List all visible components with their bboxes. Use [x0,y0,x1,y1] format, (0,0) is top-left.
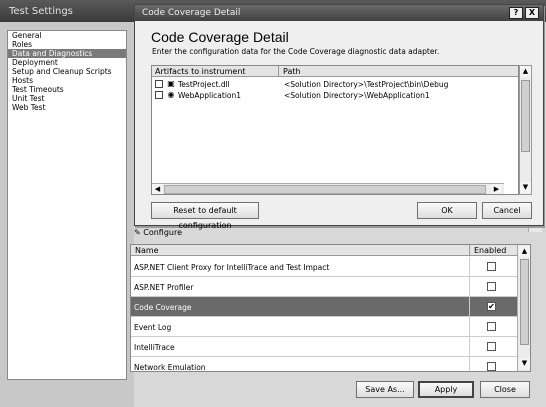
scroll-left-icon[interactable]: ◀ [152,184,163,194]
scroll-down-icon[interactable]: ▼ [519,358,530,369]
enabled-checkbox[interactable] [487,342,496,351]
grid-scrollbar[interactable]: ▲ ▼ [517,245,530,371]
dialog-title: Code Coverage Detail [142,8,241,18]
dll-file-icon: ▣ [167,79,175,88]
nav-item[interactable]: Test Timeouts [8,85,126,94]
table-row[interactable]: IntelliTrace [131,337,517,357]
cancel-button[interactable]: Cancel [482,202,532,219]
enabled-checkbox[interactable] [487,362,496,371]
adapter-name: ASP.NET Profiler [134,283,194,292]
artifact-row[interactable]: ▣ TestProject.dll <Solution Directory>\Tes… [152,79,518,90]
ok-button[interactable]: OK [417,202,477,219]
configure-section-header: ✎ Configure [134,228,182,238]
grid-scroll-thumb[interactable] [520,259,529,345]
adapter-name: Code Coverage [134,303,192,312]
grid-header: Name Enabled [131,245,517,256]
table-row[interactable]: ASP.NET Profiler [131,277,517,297]
enabled-cell [469,277,517,297]
adapter-name: Event Log [134,323,172,332]
enabled-cell [469,337,517,357]
pencil-icon: ✎ [134,228,141,237]
nav-item[interactable]: Roles [8,40,126,49]
scroll-right-icon[interactable]: ▶ [491,184,502,194]
nav-item[interactable]: Setup and Cleanup Scripts [8,67,126,76]
apply-button[interactable]: Apply [418,381,474,398]
enabled-cell: ✔ [469,297,517,317]
artifact-path: <Solution Directory>\WebApplication1 [284,91,430,100]
grid-header-name: Name [135,246,159,255]
nav-item[interactable]: Web Test [8,103,126,112]
artifacts-list: Artifacts to instrument Path ▣ TestProjec… [151,65,519,195]
grid-header-enabled: Enabled [469,245,517,256]
enabled-cell [469,357,517,371]
nav-item[interactable]: Hosts [8,76,126,85]
enabled-cell [469,317,517,337]
dialog-titlebar: Code Coverage Detail ? X [135,5,543,21]
artifacts-header-path: Path [278,66,301,77]
save-as-button[interactable]: Save As... [356,381,414,398]
artifact-path: <Solution Directory>\TestProject\bin\Deb… [284,80,449,89]
dialog-heading: Code Coverage Detail [151,29,289,45]
code-coverage-dialog: Code Coverage Detail ? X Code Coverage D… [134,4,544,230]
enabled-checkbox[interactable] [487,282,496,291]
adapter-name: ASP.NET Client Proxy for IntelliTrace an… [134,263,330,272]
scroll-up-icon[interactable]: ▲ [519,246,530,257]
artifacts-hscroll-thumb[interactable] [164,185,486,194]
web-project-icon: ◉ [167,90,175,99]
artifacts-hscrollbar[interactable]: ◀ ▶ [152,183,504,194]
adapter-name: Network Emulation [134,363,206,372]
artifact-name: TestProject.dll [178,80,230,89]
artifact-checkbox[interactable] [155,91,163,99]
nav-item[interactable]: Data and Diagnostics [8,49,126,58]
nav-item[interactable]: Deployment [8,58,126,67]
artifacts-vscrollbar[interactable]: ▲ ▼ [519,65,532,195]
nav-item[interactable]: General [8,31,126,40]
enabled-checkbox[interactable]: ✔ [487,302,496,311]
artifact-name: WebApplication1 [178,91,242,100]
artifact-row[interactable]: ◉ WebApplication1 <Solution Directory>\Web… [152,90,518,101]
reset-default-button[interactable]: Reset to default configuration [151,202,259,230]
artifacts-header-name: Artifacts to instrument [155,67,246,76]
artifact-checkbox[interactable] [155,80,163,88]
data-adapter-grid: Name Enabled ASP.NET Client Proxy for In… [130,244,531,372]
adapter-name: IntelliTrace [134,343,175,352]
close-button[interactable]: Close [480,381,530,398]
artifacts-vscroll-thumb[interactable] [521,80,530,152]
scroll-up-icon[interactable]: ▲ [520,66,531,77]
table-row[interactable]: Event Log [131,317,517,337]
test-settings-title: Test Settings [9,6,73,17]
configure-label: Configure [143,228,183,237]
artifacts-header: Artifacts to instrument Path [152,66,518,77]
close-icon[interactable]: X [525,7,539,19]
table-row[interactable]: Code Coverage ✔ [131,297,517,317]
table-row[interactable]: ASP.NET Client Proxy for IntelliTrace an… [131,257,517,277]
enabled-cell [469,257,517,277]
settings-category-list: General Roles Data and Diagnostics Deployme… [7,30,127,380]
table-row[interactable]: Network Emulation [131,357,517,372]
dialog-subtitle: Enter the configuration data for the Cod… [152,47,440,56]
enabled-checkbox[interactable] [487,322,496,331]
enabled-checkbox[interactable] [487,262,496,271]
help-icon[interactable]: ? [509,7,523,19]
scroll-down-icon[interactable]: ▼ [520,182,531,193]
nav-item[interactable]: Unit Test [8,94,126,103]
